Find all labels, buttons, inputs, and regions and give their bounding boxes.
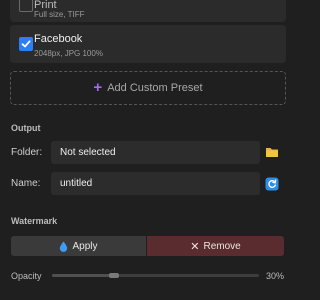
opacity-label: Opacity	[11, 271, 42, 281]
preset-name: Facebook	[34, 33, 83, 45]
preset-checkbox[interactable]	[19, 0, 33, 12]
folder-field[interactable]: Not selected	[51, 141, 260, 164]
apply-watermark-button[interactable]: Apply	[11, 236, 146, 256]
folder-label: Folder:	[11, 147, 43, 158]
preset-card-print[interactable]: Print Full size, TIFF	[10, 0, 286, 22]
opacity-value: 30%	[266, 271, 285, 281]
checkmark-icon	[21, 40, 31, 48]
preset-description: 2048px, JPG 100%	[34, 49, 103, 58]
plus-icon: +	[93, 79, 103, 96]
preset-description: Full size, TIFF	[34, 10, 85, 19]
preset-checkbox[interactable]	[19, 37, 33, 51]
export-panel: Print Full size, TIFF Facebook 2048px, J…	[0, 0, 300, 300]
close-icon: ✕	[190, 240, 200, 253]
output-section-title: Output	[11, 123, 41, 133]
remove-watermark-button[interactable]: ✕ Remove	[147, 236, 284, 256]
opacity-slider-fill	[52, 274, 114, 277]
opacity-slider[interactable]	[52, 273, 259, 278]
folder-icon[interactable]	[265, 145, 279, 159]
name-label: Name:	[11, 178, 41, 189]
watermark-section-title: Watermark	[11, 216, 58, 226]
add-custom-preset-button[interactable]: + Add Custom Preset	[10, 71, 286, 105]
preset-card-facebook[interactable]: Facebook 2048px, JPG 100%	[10, 25, 286, 63]
apply-label: Apply	[72, 240, 98, 252]
add-custom-preset-label: Add Custom Preset	[107, 82, 203, 94]
remove-label: Remove	[203, 240, 241, 252]
name-field[interactable]: untitled	[51, 172, 260, 195]
opacity-slider-thumb[interactable]	[109, 273, 119, 278]
droplet-icon	[60, 241, 68, 252]
refresh-icon[interactable]	[265, 177, 279, 191]
